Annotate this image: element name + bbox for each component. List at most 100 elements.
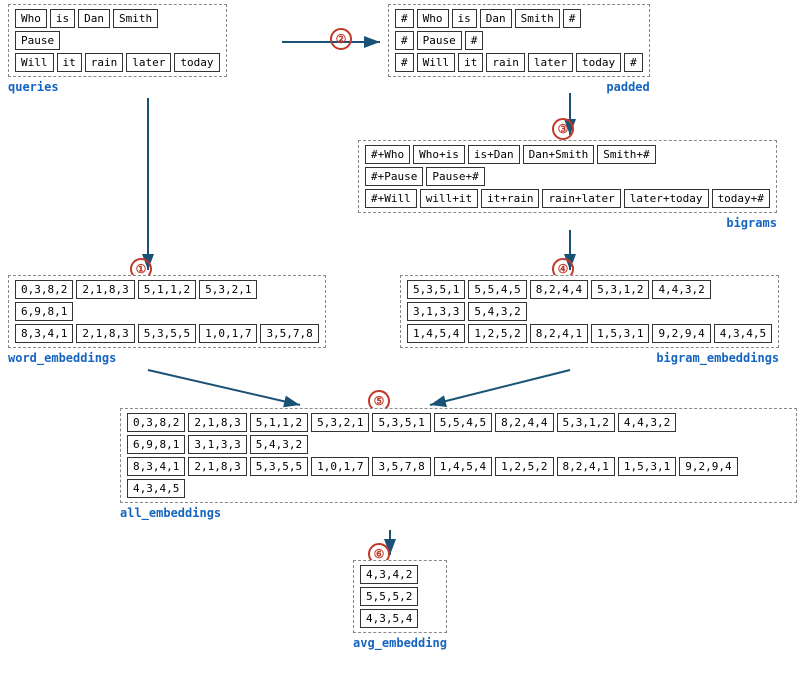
padded-section: # Who is Dan Smith # # Pause # # Will it… <box>388 4 650 94</box>
bigram-embeddings-box: 5,3,5,1 5,5,4,5 8,2,4,4 5,3,1,2 4,4,3,2 … <box>400 275 779 348</box>
bigrams-section: #+Who Who+is is+Dan Dan+Smith Smith+# #+… <box>358 140 777 230</box>
cell: Pause <box>417 31 462 50</box>
word-embeddings-box: 0,3,8,2 2,1,8,3 5,1,1,2 5,3,2,1 6,9,8,1 … <box>8 275 326 348</box>
cell: Who <box>15 9 47 28</box>
queries-row-2: Pause <box>15 31 220 50</box>
padded-label: padded <box>388 80 650 94</box>
cell: # <box>465 31 484 50</box>
cell: 8,2,4,1 <box>530 324 588 343</box>
cell: 5,5,5,2 <box>360 587 418 606</box>
word-embeddings-section: 0,3,8,2 2,1,8,3 5,1,1,2 5,3,2,1 6,9,8,1 … <box>8 275 326 365</box>
cell: later+today <box>624 189 709 208</box>
cell: today <box>576 53 621 72</box>
padded-row-2: # Pause # <box>395 31 643 50</box>
cell: 2,1,8,3 <box>188 457 246 476</box>
cell: 0,3,8,2 <box>127 413 185 432</box>
cell: 8,2,4,4 <box>530 280 588 299</box>
cell: Smith+# <box>597 145 655 164</box>
cell: 5,3,5,1 <box>407 280 465 299</box>
bigram-embeddings-label: bigram_embeddings <box>400 351 779 365</box>
bigram-embeddings-section: 5,3,5,1 5,5,4,5 8,2,4,4 5,3,1,2 4,4,3,2 … <box>400 275 779 365</box>
cell: 1,0,1,7 <box>199 324 257 343</box>
padded-row-1: # Who is Dan Smith # <box>395 9 643 28</box>
be-row-2: 3,1,3,3 5,4,3,2 <box>407 302 772 321</box>
cell: 1,0,1,7 <box>311 457 369 476</box>
cell: Smith <box>113 9 158 28</box>
cell: 3,1,3,3 <box>188 435 246 454</box>
cell: #+Who <box>365 145 410 164</box>
cell: 0,3,8,2 <box>15 280 73 299</box>
cell: 5,3,5,5 <box>250 457 308 476</box>
be-row-3: 1,4,5,4 1,2,5,2 8,2,4,1 1,5,3,1 9,2,9,4 … <box>407 324 772 343</box>
cell: 2,1,8,3 <box>76 280 134 299</box>
avg-embedding-label: avg_embedding <box>353 636 447 650</box>
cell: 2,1,8,3 <box>76 324 134 343</box>
cell: will+it <box>420 189 478 208</box>
avg-embedding-section: 4,3,4,2 5,5,5,2 4,3,5,4 avg_embedding <box>353 560 447 650</box>
padded-box: # Who is Dan Smith # # Pause # # Will it… <box>388 4 650 77</box>
cell: rain <box>486 53 525 72</box>
cell: 4,4,3,2 <box>652 280 710 299</box>
cell: 4,4,3,2 <box>618 413 676 432</box>
cell: # <box>563 9 582 28</box>
step-3: ③ <box>552 118 574 140</box>
cell: Smith <box>515 9 560 28</box>
cell: 5,3,5,5 <box>138 324 196 343</box>
cell: 5,1,1,2 <box>138 280 196 299</box>
cell: later <box>528 53 573 72</box>
cell: Pause <box>15 31 60 50</box>
ae-row-3: 8,3,4,1 2,1,8,3 5,3,5,5 1,0,1,7 3,5,7,8 … <box>127 457 790 498</box>
avg-row-2: 5,5,5,2 <box>360 587 418 606</box>
ae-row-1: 0,3,8,2 2,1,8,3 5,1,1,2 5,3,2,1 5,3,5,1 … <box>127 413 790 432</box>
cell: 4,3,4,5 <box>714 324 772 343</box>
queries-section: Who is Dan Smith Pause Will it rain late… <box>8 4 227 94</box>
cell: is <box>50 9 75 28</box>
cell: 1,2,5,2 <box>495 457 553 476</box>
all-embeddings-section: 0,3,8,2 2,1,8,3 5,1,1,2 5,3,2,1 5,3,5,1 … <box>120 408 797 520</box>
cell: it <box>57 53 82 72</box>
cell: Will <box>15 53 54 72</box>
cell: # <box>395 9 414 28</box>
cell: 2,1,8,3 <box>188 413 246 432</box>
ae-row-2: 6,9,8,1 3,1,3,3 5,4,3,2 <box>127 435 790 454</box>
cell: today+# <box>712 189 770 208</box>
all-embeddings-label: all_embeddings <box>120 506 797 520</box>
cell: 1,5,3,1 <box>618 457 676 476</box>
cell: 1,4,5,4 <box>407 324 465 343</box>
cell: Dan <box>480 9 512 28</box>
cell: #+Will <box>365 189 417 208</box>
cell: Dan <box>78 9 110 28</box>
cell: # <box>395 31 414 50</box>
cell: Pause+# <box>426 167 484 186</box>
cell: Will <box>417 53 456 72</box>
bigrams-row-3: #+Will will+it it+rain rain+later later+… <box>365 189 770 208</box>
cell: is <box>452 9 477 28</box>
cell: rain+later <box>542 189 620 208</box>
cell: #+Pause <box>365 167 423 186</box>
cell: 4,3,5,4 <box>360 609 418 628</box>
cell: later <box>126 53 171 72</box>
all-embeddings-box: 0,3,8,2 2,1,8,3 5,1,1,2 5,3,2,1 5,3,5,1 … <box>120 408 797 503</box>
cell: 9,2,9,4 <box>652 324 710 343</box>
cell: 5,1,1,2 <box>250 413 308 432</box>
cell: today <box>174 53 219 72</box>
cell: 5,5,4,5 <box>468 280 526 299</box>
word-embeddings-label: word_embeddings <box>8 351 326 365</box>
cell: # <box>624 53 643 72</box>
we-row-2: 6,9,8,1 <box>15 302 319 321</box>
cell: Dan+Smith <box>523 145 595 164</box>
cell: 1,5,3,1 <box>591 324 649 343</box>
bigrams-label: bigrams <box>358 216 777 230</box>
step-2: ② <box>330 28 352 50</box>
be-row-1: 5,3,5,1 5,5,4,5 8,2,4,4 5,3,1,2 4,4,3,2 <box>407 280 772 299</box>
avg-row-3: 4,3,5,4 <box>360 609 418 628</box>
cell: 5,3,1,2 <box>557 413 615 432</box>
cell: Who <box>417 9 449 28</box>
cell: 4,3,4,5 <box>127 479 185 498</box>
cell: 5,3,1,2 <box>591 280 649 299</box>
cell: 1,2,5,2 <box>468 324 526 343</box>
cell: it+rain <box>481 189 539 208</box>
cell: 5,3,5,1 <box>372 413 430 432</box>
cell: 8,3,4,1 <box>127 457 185 476</box>
cell: 6,9,8,1 <box>127 435 185 454</box>
